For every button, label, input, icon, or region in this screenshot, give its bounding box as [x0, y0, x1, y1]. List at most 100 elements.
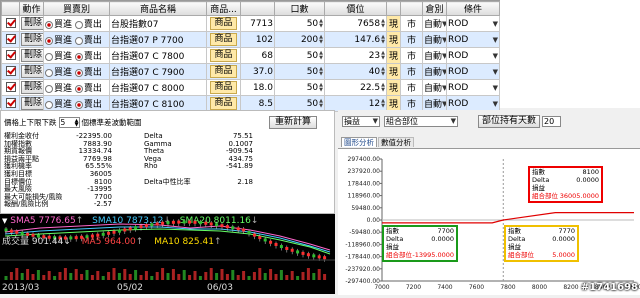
- price-cell[interactable]: 22.5 ▲ ▼: [324, 79, 387, 96]
- payoff-panel: 損益 ▼ 組合部位 ▼ 部位持有天數 20 圖形分析 數值分析 297400.00 2…: [338, 110, 640, 295]
- buy-radio[interactable]: 買進: [45, 36, 72, 46]
- product-button[interactable]: 商品: [210, 49, 237, 62]
- row-checkbox-cell[interactable]: [1, 15, 20, 32]
- candle: [166, 221, 170, 225]
- condition-cell[interactable]: ROD ▼: [446, 63, 500, 80]
- risk-delta-label: Delta: [386, 235, 404, 243]
- position-select[interactable]: 組合部位 ▼: [384, 115, 458, 127]
- condition-cell[interactable]: ROD ▼: [446, 15, 500, 32]
- y-tick-label: 178440.00: [348, 180, 381, 187]
- market-cell[interactable]: 市: [400, 63, 423, 80]
- price-type-cell[interactable]: 現: [386, 47, 401, 64]
- delete-button[interactable]: 刪除: [21, 97, 43, 110]
- sell-radio[interactable]: 賣出: [74, 68, 102, 78]
- delete-button[interactable]: 刪除: [21, 81, 43, 94]
- quantity-cell[interactable]: 50 ▲ ▼: [274, 63, 325, 80]
- position-cell[interactable]: 自動▼: [422, 47, 447, 64]
- price-cell[interactable]: 7658 ▲ ▼: [324, 15, 387, 32]
- price-cell[interactable]: 23 ▲ ▼: [324, 47, 387, 64]
- spin-arrows-icon[interactable]: ▲ ▼: [381, 82, 385, 93]
- quantity-cell[interactable]: 50 ▲ ▼: [274, 79, 325, 96]
- row-checkbox-cell[interactable]: [1, 31, 20, 48]
- spin-arrows-icon[interactable]: ▲ ▼: [319, 18, 323, 29]
- spin-arrows-icon[interactable]: ▲ ▼: [319, 66, 323, 77]
- condition-cell[interactable]: ROD ▼: [446, 79, 500, 96]
- sell-radio[interactable]: 賣出: [74, 52, 102, 62]
- action-cell: 刪除: [19, 15, 44, 32]
- position-cell[interactable]: 自動▼: [422, 15, 447, 32]
- delete-button[interactable]: 刪除: [21, 17, 43, 30]
- buy-radio[interactable]: 買進: [45, 68, 72, 78]
- market-cell[interactable]: 市: [400, 79, 423, 96]
- range-input[interactable]: 5 ▲ ▼: [58, 117, 80, 128]
- days-button[interactable]: 部位持有天數: [478, 114, 541, 128]
- market-cell[interactable]: 市: [400, 31, 423, 48]
- chevron-down-icon: ▼: [450, 117, 456, 125]
- row-checkbox[interactable]: [5, 50, 16, 61]
- quantity-cell[interactable]: 50 ▲ ▼: [274, 47, 325, 64]
- analysis-type-select[interactable]: 損益 ▼: [342, 115, 380, 127]
- sell-radio[interactable]: 賣出: [74, 84, 102, 94]
- delete-label: 刪除: [24, 50, 43, 60]
- spin-arrows-icon[interactable]: ▲ ▼: [381, 34, 385, 45]
- row-checkbox[interactable]: [5, 82, 16, 93]
- spin-arrows-icon[interactable]: ▲ ▼: [319, 34, 323, 45]
- buy-radio[interactable]: 買進: [45, 52, 72, 62]
- range-spin-icon[interactable]: ▲ ▼: [75, 118, 79, 127]
- days-input[interactable]: 20: [542, 115, 562, 127]
- product-button[interactable]: 商品: [210, 33, 237, 46]
- market-cell[interactable]: 市: [400, 47, 423, 64]
- price-type-cell[interactable]: 現: [386, 31, 401, 48]
- price-type-cell[interactable]: 現: [386, 79, 401, 96]
- condition-cell[interactable]: ROD ▼: [446, 31, 500, 48]
- row-checkbox-cell[interactable]: [1, 79, 20, 96]
- candle: [188, 220, 192, 224]
- row-checkbox[interactable]: [5, 66, 16, 77]
- product-button[interactable]: 商品: [210, 97, 237, 110]
- price-type-cell[interactable]: 現: [386, 63, 401, 80]
- table-row[interactable]: 刪除買進 賣出台指選07 C 8000商品18.050▲▼22.5▲▼現市自動▼…: [1, 79, 500, 96]
- row-checkbox[interactable]: [5, 34, 16, 45]
- table-row[interactable]: 刪除買進 賣出台指選07 C 7900商品37.050▲▼40▲▼現市自動▼RO…: [1, 63, 500, 80]
- spin-arrows-icon[interactable]: ▲ ▼: [381, 66, 385, 77]
- position-cell[interactable]: 自動▼: [422, 63, 447, 80]
- sell-radio[interactable]: 賣出: [74, 36, 102, 46]
- buy-radio[interactable]: 買進: [45, 84, 72, 94]
- position-cell[interactable]: 自動▼: [422, 31, 447, 48]
- delete-button[interactable]: 刪除: [21, 49, 43, 62]
- delete-button[interactable]: 刪除: [21, 65, 43, 78]
- row-checkbox-cell[interactable]: [1, 47, 20, 64]
- tab-graph[interactable]: 圖形分析: [341, 137, 377, 147]
- product-button[interactable]: 商品: [210, 17, 237, 30]
- row-checkbox[interactable]: [5, 18, 16, 29]
- table-row[interactable]: 刪除 買進 賣出 台指選07 P 7700 商品 102 200 ▲ ▼ 147.6 ▲ ▼ 現市自動…: [1, 31, 500, 48]
- tab-values[interactable]: 數值分析: [378, 137, 414, 147]
- price-cell[interactable]: 40 ▲ ▼: [324, 63, 387, 80]
- spin-arrows-icon[interactable]: ▲ ▼: [381, 50, 385, 61]
- price-type-cell[interactable]: 現: [386, 15, 401, 32]
- quantity-cell[interactable]: 50 ▲ ▼: [274, 15, 325, 32]
- delete-button[interactable]: 刪除: [21, 33, 43, 46]
- position-cell[interactable]: 自動▼: [422, 79, 447, 96]
- buy-radio[interactable]: 買進: [45, 20, 72, 30]
- spin-arrows-icon[interactable]: ▲ ▼: [381, 18, 385, 29]
- recalc-button[interactable]: 重新計算: [268, 116, 317, 129]
- buy-radio[interactable]: 買進: [45, 100, 72, 110]
- product-button[interactable]: 商品: [210, 65, 237, 78]
- spin-arrows-icon[interactable]: ▲ ▼: [319, 82, 323, 93]
- price-cell[interactable]: 147.6 ▲ ▼: [324, 31, 387, 48]
- candle: [269, 240, 273, 244]
- spin-arrows-icon[interactable]: ▲ ▼: [319, 98, 323, 109]
- product-button[interactable]: 商品: [210, 81, 237, 94]
- quantity-cell[interactable]: 200 ▲ ▼: [274, 31, 325, 48]
- table-row[interactable]: 刪除買進 賣出台指選07 C 7800商品6850▲▼23▲▼現市自動▼ROD▼: [1, 47, 500, 64]
- market-cell[interactable]: 市: [400, 15, 423, 32]
- table-row[interactable]: 刪除買進 賣出台股指數07商品771350▲▼7658▲▼現市自動▼ROD▼: [1, 15, 500, 32]
- condition-cell[interactable]: ROD ▼: [446, 47, 500, 64]
- sell-radio[interactable]: 賣出: [74, 100, 102, 110]
- spin-arrows-icon[interactable]: ▲ ▼: [319, 50, 323, 61]
- row-checkbox[interactable]: [5, 98, 16, 109]
- sell-radio[interactable]: 賣出: [74, 20, 102, 30]
- spin-arrows-icon[interactable]: ▲ ▼: [381, 98, 385, 109]
- row-checkbox-cell[interactable]: [1, 63, 20, 80]
